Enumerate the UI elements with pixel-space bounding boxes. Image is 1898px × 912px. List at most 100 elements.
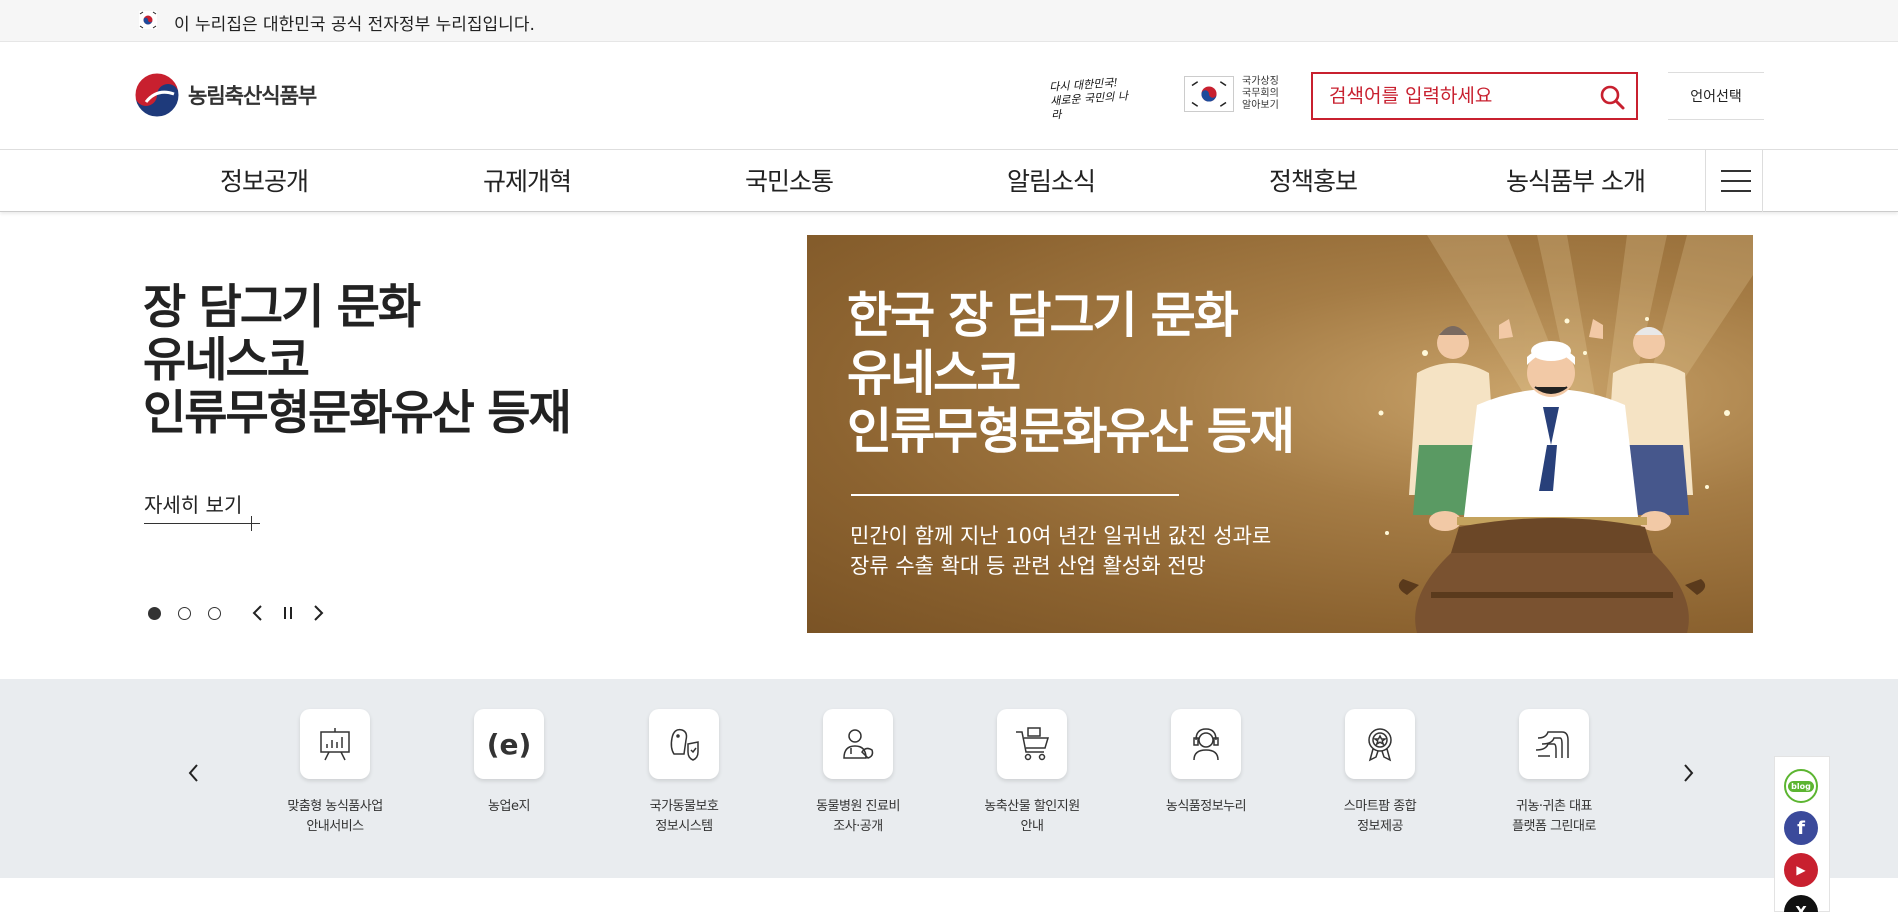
site-logo[interactable]: 농림축산식품부: [134, 72, 317, 118]
quick-item-label-line: 농식품정보누리: [1165, 799, 1247, 814]
blog-icon-label: blog: [1788, 780, 1814, 792]
quick-item-label: 스마트팜 종합 정보제공: [1310, 797, 1450, 837]
x-twitter-icon-label: X: [1795, 903, 1807, 912]
quick-item-label-line: 국가동물보호: [649, 799, 719, 814]
hero-title-line: 인류무형문화유산 등재: [143, 386, 572, 441]
quick-item-label-line: 안내서비스: [306, 819, 364, 834]
quick-item-label: 농축산물 할인지원 안내: [962, 797, 1102, 837]
main-navigation: 정보공개 규제개혁 국민소통 알림소식 정책홍보 농식품부 소개: [0, 150, 1898, 212]
e-letter-icon: (e): [474, 709, 544, 779]
quick-item-label-line: 안내: [1020, 819, 1044, 834]
slogan-calligraphy: 다시 대한민국! 새로운 국민의 나라: [1048, 76, 1129, 122]
hero-banner-image[interactable]: 한국 장 담그기 문화 유네스코 인류무형문화유산 등재 민간이 함께 지난 1…: [807, 235, 1753, 633]
nav-item-info-disclosure[interactable]: 정보공개: [220, 162, 309, 198]
vet-doctor-icon: [823, 709, 893, 779]
banner-desc-line: 민간이 함께 지난 10여 년간 일궈낸 값진 성과로: [850, 524, 1272, 548]
search-box: [1311, 72, 1638, 120]
banner-description: 민간이 함께 지난 10여 년간 일궈낸 값진 성과로 장류 수출 확대 등 관…: [850, 521, 1271, 581]
slider-controls: [148, 603, 328, 623]
slide-dot-2[interactable]: [178, 606, 191, 620]
dog-shield-icon: [649, 709, 719, 779]
prev-slide-icon[interactable]: [248, 603, 268, 623]
youtube-icon-label: ▶: [1796, 863, 1806, 877]
quick-item-custom-service[interactable]: 맞춤형 농식품사업 안내서비스: [265, 709, 405, 837]
quick-item-label-line: 플랫폼 그린대로: [1512, 819, 1596, 834]
hero-title-line: 유네스코: [143, 333, 310, 388]
quick-item-label-line: 동물병원 진료비: [816, 799, 900, 814]
banner-title-line: 인류무형문화유산 등재: [847, 403, 1295, 460]
award-medal-icon: [1345, 709, 1415, 779]
presentation-board-icon: [300, 709, 370, 779]
nav-item-news[interactable]: 알림소식: [1007, 162, 1096, 198]
logo-text: 농림축산식품부: [188, 84, 317, 108]
quick-next-icon[interactable]: [1676, 761, 1700, 785]
quick-item-nongup-e[interactable]: (e) 농업e지: [439, 709, 579, 817]
nav-item-regulatory-reform[interactable]: 규제개혁: [483, 162, 572, 198]
slide-dot-1[interactable]: [148, 606, 161, 620]
all-menu-button[interactable]: [1705, 150, 1763, 212]
quick-item-label-line: 스마트팜 종합: [1343, 799, 1417, 814]
national-symbols-label: 국가상징 국무회의 알아보기: [1242, 76, 1279, 111]
headset-agent-icon: [1171, 709, 1241, 779]
quick-item-discount-support[interactable]: 농축산물 할인지원 안내: [962, 709, 1102, 837]
quick-menu: 맞춤형 농식품사업 안내서비스 (e) 농업e지 국가동물보호 정보시스템 동물…: [0, 679, 1898, 878]
quick-item-label-line: 정보시스템: [655, 819, 713, 834]
hero-title-line: 장 담그기 문화: [143, 280, 421, 335]
quick-item-label-line: 조사·공개: [833, 819, 883, 834]
quick-item-label: 맞춤형 농식품사업 안내서비스: [265, 797, 405, 837]
quick-item-animal-protection[interactable]: 국가동물보호 정보시스템: [614, 709, 754, 837]
quick-item-label-line: 농업e지: [488, 799, 530, 814]
quick-item-label-line: 정보제공: [1357, 819, 1403, 834]
quick-item-label-line: 맞춤형 농식품사업: [287, 799, 383, 814]
banner-divider: [851, 494, 1179, 496]
hamburger-icon: [1721, 170, 1751, 172]
quick-prev-icon[interactable]: [182, 761, 206, 785]
gov-banner: 이 누리집은 대한민국 공식 전자정부 누리집입니다.: [0, 0, 1898, 42]
hero-title: 장 담그기 문화 유네스코 인류무형문화유산 등재: [143, 280, 572, 441]
quick-item-smartfarm[interactable]: 스마트팜 종합 정보제공: [1310, 709, 1450, 837]
quick-item-label: 동물병원 진료비 조사·공개: [788, 797, 928, 837]
taegukgi-icon: [1184, 76, 1234, 112]
jang-jar-people-illustration: [1398, 319, 1706, 633]
quick-item-vet-fee[interactable]: 동물병원 진료비 조사·공개: [788, 709, 928, 837]
slide-dot-3[interactable]: [208, 606, 221, 620]
nav-item-public-communication[interactable]: 국민소통: [745, 162, 834, 198]
winding-road-icon: [1519, 709, 1589, 779]
read-more-plus: [251, 516, 252, 531]
read-more-underline: [144, 523, 260, 524]
site-header: 농림축산식품부 다시 대한민국! 새로운 국민의 나라 국가상징 국무회의 알아…: [0, 42, 1898, 150]
hamburger-icon-line: [1721, 180, 1751, 182]
nav-item-ministry-intro[interactable]: 농식품부 소개: [1506, 162, 1646, 198]
read-more-link[interactable]: 자세히 보기: [144, 489, 242, 518]
search-input[interactable]: [1329, 84, 1589, 108]
quick-item-label: 국가동물보호 정보시스템: [614, 797, 754, 837]
blog-icon[interactable]: blog: [1784, 769, 1818, 803]
banner-title-line: 유네스코: [847, 345, 1021, 402]
ministry-emblem-icon: [134, 72, 180, 118]
quick-item-label: 농식품정보누리: [1136, 797, 1276, 817]
facebook-icon-label: f: [1797, 817, 1805, 839]
quick-item-label-line: 농축산물 할인지원: [984, 799, 1080, 814]
svg-text:(e): (e): [487, 728, 532, 761]
banner-desc-line: 장류 수출 확대 등 관련 산업 활성화 전망: [850, 554, 1206, 578]
pause-icon[interactable]: [278, 603, 298, 623]
x-twitter-icon[interactable]: X: [1784, 895, 1818, 912]
quick-item-label: 귀농·귀촌 대표 플랫폼 그린대로: [1484, 797, 1624, 837]
hamburger-icon-line: [1721, 190, 1751, 192]
banner-title: 한국 장 담그기 문화 유네스코 인류무형문화유산 등재: [847, 287, 1295, 461]
search-icon[interactable]: [1598, 83, 1626, 111]
quick-item-green-daero[interactable]: 귀농·귀촌 대표 플랫폼 그린대로: [1484, 709, 1624, 837]
youtube-icon[interactable]: ▶: [1784, 853, 1818, 887]
gov-banner-text: 이 누리집은 대한민국 공식 전자정부 누리집입니다.: [174, 15, 535, 35]
quick-item-label: 농업e지: [439, 797, 579, 817]
quick-item-food-info-nuri[interactable]: 농식품정보누리: [1136, 709, 1276, 817]
nav-item-policy-pr[interactable]: 정책홍보: [1269, 162, 1358, 198]
next-slide-icon[interactable]: [308, 603, 328, 623]
national-symbols-link[interactable]: 국가상징 국무회의 알아보기: [1184, 76, 1284, 112]
korea-flag-icon: [139, 11, 157, 29]
shopping-cart-icon: [997, 709, 1067, 779]
banner-title-line: 한국 장 담그기 문화: [847, 287, 1239, 344]
facebook-icon[interactable]: f: [1784, 811, 1818, 845]
language-select-button[interactable]: 언어선택: [1668, 72, 1764, 120]
sns-links: blog f ▶ X: [1774, 756, 1830, 912]
